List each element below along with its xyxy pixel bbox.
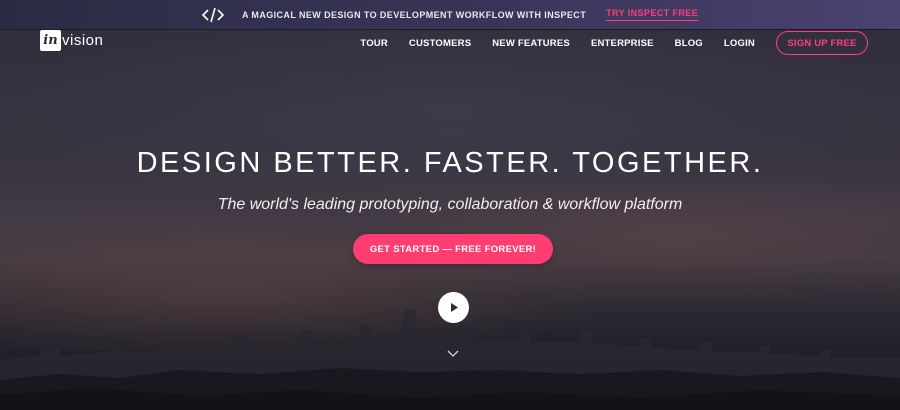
nav-item-tour[interactable]: TOUR xyxy=(360,38,388,49)
invision-logo[interactable]: in vision xyxy=(40,30,103,51)
promo-banner: A MAGICAL NEW DESIGN TO DEVELOPMENT WORK… xyxy=(0,0,900,30)
nav-item-enterprise[interactable]: ENTERPRISE xyxy=(591,38,654,49)
nav-item-new-features[interactable]: NEW FEATURES xyxy=(492,38,570,49)
logo-badge: in xyxy=(40,30,61,51)
nav-item-customers[interactable]: CUSTOMERS xyxy=(409,38,471,49)
play-icon xyxy=(450,303,458,312)
nav-item-blog[interactable]: BLOG xyxy=(675,38,703,49)
get-started-button[interactable]: GET STARTED — FREE FOREVER! xyxy=(353,234,553,264)
sign-up-button[interactable]: SIGN UP FREE xyxy=(776,31,868,55)
play-video-button[interactable] xyxy=(438,292,469,323)
nav-item-login[interactable]: LOGIN xyxy=(724,38,755,49)
logo-wordmark: vision xyxy=(62,32,104,49)
promo-text: A MAGICAL NEW DESIGN TO DEVELOPMENT WORK… xyxy=(241,9,587,20)
code-icon xyxy=(201,7,224,22)
hero-subhead: The world's leading prototyping, collabo… xyxy=(217,196,683,213)
main-nav: TOUR CUSTOMERS NEW FEATURES ENTERPRISE B… xyxy=(339,31,868,55)
hero-headline: DESIGN BETTER. FASTER. TOGETHER. xyxy=(136,147,764,179)
try-inspect-link[interactable]: TRY INSPECT FREE xyxy=(606,8,699,21)
chevron-down-icon[interactable] xyxy=(447,350,459,358)
